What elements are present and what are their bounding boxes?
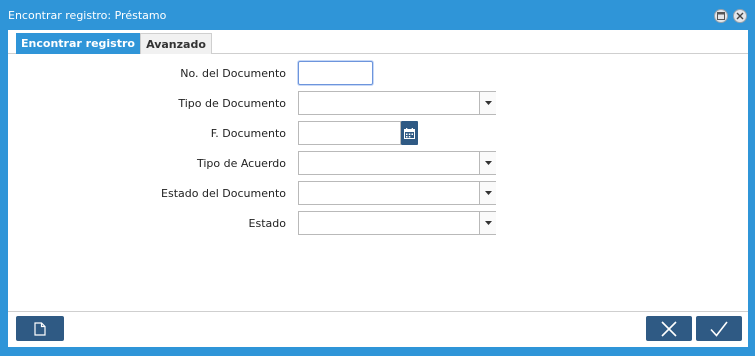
calendar-icon (404, 127, 415, 139)
x-icon (661, 320, 677, 337)
check-icon (710, 321, 728, 337)
new-document-icon (34, 321, 46, 336)
chevron-down-icon (484, 101, 492, 105)
field-label: Estado del Documento (161, 187, 286, 200)
calendar-button[interactable] (401, 121, 418, 145)
estado-documento-select[interactable] (298, 181, 496, 205)
form-row-no-documento: No. del Documento (8, 61, 748, 85)
dropdown-button[interactable] (479, 92, 496, 114)
dropdown-button[interactable] (479, 212, 496, 234)
window-title: Encontrar registro: Préstamo (8, 9, 167, 22)
tab-encontrar-registro[interactable]: Encontrar registro (16, 33, 140, 54)
dropdown-button[interactable] (479, 182, 496, 204)
close-button[interactable] (733, 9, 747, 23)
dropdown-button[interactable] (479, 152, 496, 174)
form-row-tipo-documento: Tipo de Documento (8, 91, 748, 115)
window-icon (717, 12, 725, 20)
tipo-acuerdo-select[interactable] (298, 151, 496, 175)
no-documento-input[interactable] (298, 61, 373, 85)
field-label: Tipo de Documento (178, 97, 286, 110)
field-label: Estado (248, 217, 286, 230)
footer-divider (8, 311, 748, 312)
tipo-documento-select[interactable] (298, 91, 496, 115)
chevron-down-icon (484, 191, 492, 195)
cancel-button[interactable] (646, 316, 692, 341)
dialog-body: Encontrar registro Avanzado No. del Docu… (8, 30, 748, 347)
tab-avanzado[interactable]: Avanzado (140, 33, 212, 54)
chevron-down-icon (484, 161, 492, 165)
maximize-button[interactable] (714, 9, 728, 23)
form-row-estado: Estado (8, 211, 748, 235)
fecha-documento-input[interactable] (298, 121, 401, 145)
dialog-window: Encontrar registro: Préstamo Encontrar r… (0, 0, 755, 356)
form-row-estado-documento: Estado del Documento (8, 181, 748, 205)
field-label: F. Documento (210, 127, 286, 140)
title-bar[interactable]: Encontrar registro: Préstamo (0, 0, 755, 30)
tab-bar: Encontrar registro Avanzado (8, 30, 748, 54)
close-icon (736, 12, 744, 20)
field-label: No. del Documento (180, 67, 286, 80)
field-label: Tipo de Acuerdo (196, 157, 286, 170)
ok-button[interactable] (696, 316, 742, 341)
form-row-fecha-documento: F. Documento (8, 121, 748, 145)
estado-select[interactable] (298, 211, 496, 235)
form-row-tipo-acuerdo: Tipo de Acuerdo (8, 151, 748, 175)
chevron-down-icon (484, 221, 492, 225)
new-button[interactable] (16, 316, 64, 341)
